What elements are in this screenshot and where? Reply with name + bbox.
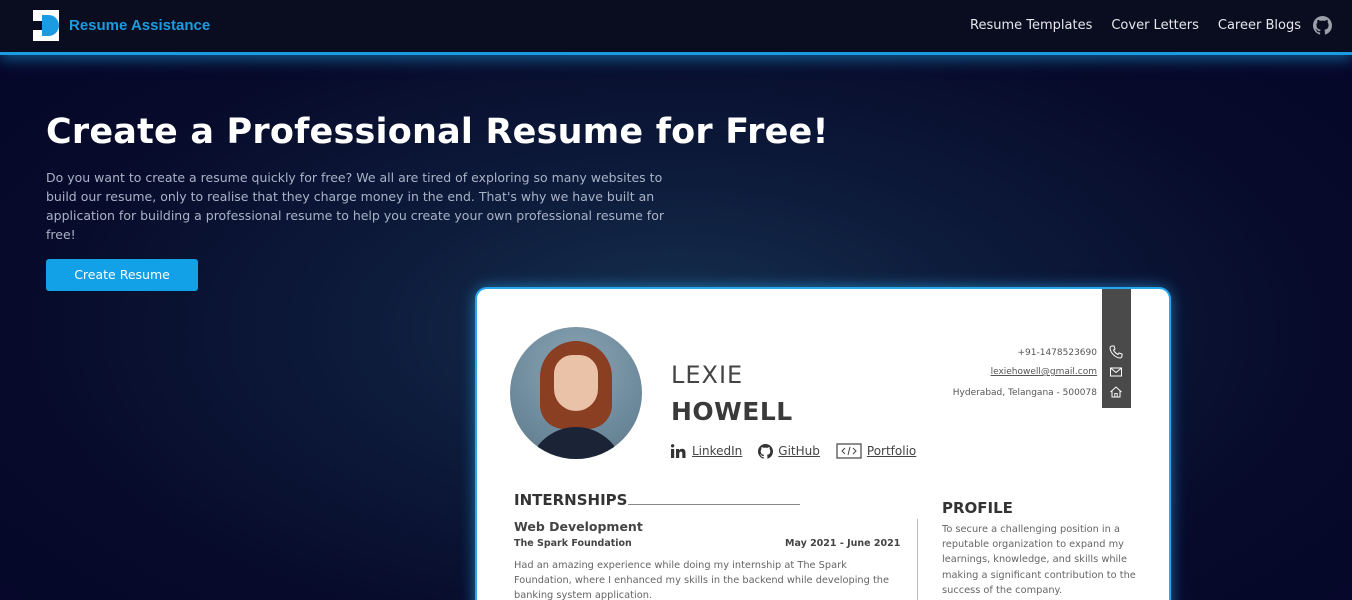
internship-title: Web Development	[514, 519, 643, 534]
linkedin-icon	[671, 444, 686, 458]
profile-photo	[510, 327, 642, 459]
hero-description: Do you want to create a resume quickly f…	[46, 170, 664, 242]
contact-address: Hyderabad, Telangana - 500078	[952, 388, 1097, 398]
nav-link-career-blogs[interactable]: Career Blogs	[1218, 18, 1301, 33]
nav-link-cover-letters[interactable]: Cover Letters	[1111, 18, 1199, 33]
internships-heading: INTERNSHIPS	[514, 491, 628, 509]
hero-title: Create a Professional Resume for Free!	[46, 112, 829, 152]
brand-logo-icon	[33, 10, 59, 41]
internship-dates: May 2021 - June 2021	[785, 538, 901, 549]
home-icon	[1110, 386, 1122, 398]
nav-links: Resume Templates Cover Letters Career Bl…	[970, 18, 1320, 33]
github-link: GitHub	[758, 443, 820, 459]
create-resume-button[interactable]: Create Resume	[46, 259, 198, 291]
linkedin-label: LinkedIn	[692, 444, 743, 458]
resume-preview-card: LEXIE HOWELL LinkedIn GitHub Portfolio +…	[477, 289, 1169, 600]
resume-last-name: HOWELL	[671, 397, 793, 426]
portfolio-label: Portfolio	[866, 444, 917, 458]
brand-name: Resume Assistance	[69, 17, 211, 34]
nav-link-resume-templates[interactable]: Resume Templates	[970, 18, 1092, 33]
contact-phone: +91-1478523690	[1017, 348, 1097, 358]
column-divider	[917, 519, 918, 600]
phone-icon	[1109, 345, 1123, 359]
github-icon[interactable]	[1313, 16, 1332, 35]
internship-company: The Spark Foundation	[514, 538, 632, 549]
brand-link[interactable]: Resume Assistance	[33, 10, 210, 41]
contact-email: lexiehowell@gmail.com	[990, 367, 1097, 377]
navbar: Resume Assistance Resume Templates Cover…	[0, 0, 1352, 55]
code-icon	[836, 443, 862, 459]
section-divider	[628, 504, 800, 505]
profile-heading: PROFILE	[942, 499, 1013, 517]
resume-first-name: LEXIE	[671, 361, 744, 389]
github-icon	[758, 443, 774, 459]
profile-text: To secure a challenging position in a re…	[942, 524, 1136, 596]
portfolio-link: Portfolio	[836, 443, 916, 459]
internship-description: Had an amazing experience while doing my…	[514, 560, 890, 600]
github-label: GitHub	[778, 444, 820, 458]
resume-social-links: LinkedIn GitHub Portfolio	[671, 443, 932, 459]
mail-icon	[1110, 367, 1122, 377]
linkedin-link: LinkedIn	[671, 444, 742, 458]
